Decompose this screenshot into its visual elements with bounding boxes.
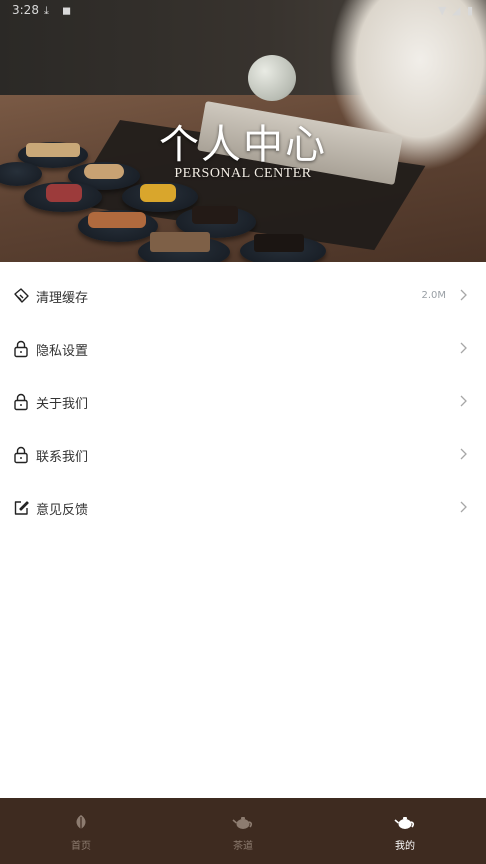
banner-dessert	[150, 232, 210, 252]
status-time: 3:28	[12, 3, 39, 17]
menu-item-label: 清理缓存	[36, 291, 89, 306]
status-bar: 3:28 ⤓ ◼ ▼ ◢ ▮	[0, 0, 486, 22]
tab-home[interactable]: 首页	[0, 798, 162, 864]
teapot-icon	[232, 817, 253, 829]
menu-item-about-us[interactable]: 关于我们	[0, 376, 486, 429]
broom-icon	[14, 288, 29, 303]
menu-item-label: 隐私设置	[36, 344, 89, 359]
wifi-icon: ▼	[438, 4, 447, 17]
menu-item-contact-us[interactable]: 联系我们	[0, 429, 486, 482]
banner-dessert	[140, 184, 176, 202]
tea-leaf-icon	[76, 815, 86, 831]
teapot-icon	[394, 817, 415, 829]
cache-size: 2.0M	[421, 290, 446, 301]
banner-teapot	[248, 55, 296, 101]
chevron-right-icon	[460, 289, 467, 301]
lock-icon	[14, 340, 28, 358]
tab-label: 首页	[71, 841, 91, 852]
tab-label: 茶道	[233, 841, 253, 852]
chevron-right-icon	[460, 448, 467, 460]
menu-item-label: 联系我们	[36, 450, 89, 465]
notification-icon: ◼	[62, 4, 72, 17]
tab-mine[interactable]: 我的	[324, 798, 486, 864]
menu-item-label: 关于我们	[36, 397, 89, 412]
banner-dessert	[192, 206, 238, 224]
battery-icon: ▮	[467, 4, 474, 17]
bottom-tab-bar: 首页 茶道 我的	[0, 798, 486, 864]
banner-dessert	[254, 234, 304, 252]
download-icon: ⤓	[44, 4, 49, 17]
lock-icon	[14, 446, 28, 464]
page-title: 个人中心	[159, 122, 327, 168]
chevron-right-icon	[460, 395, 467, 407]
chevron-right-icon	[460, 342, 467, 354]
menu-item-label: 意见反馈	[36, 503, 89, 518]
banner-dessert	[88, 212, 146, 228]
lock-icon	[14, 393, 28, 411]
signal-icon: ◢	[452, 4, 461, 17]
menu-item-feedback[interactable]: 意见反馈	[0, 482, 486, 535]
header-banner: 个人中心 PERSONAL CENTER 3:28 ⤓ ◼ ▼ ◢ ▮	[0, 0, 486, 262]
menu-item-clear-cache[interactable]: 清理缓存 2.0M	[0, 270, 486, 323]
edit-icon	[14, 501, 29, 515]
tab-tea-ceremony[interactable]: 茶道	[162, 798, 324, 864]
tab-label: 我的	[395, 841, 415, 852]
chevron-right-icon	[460, 501, 467, 513]
settings-menu: 清理缓存 2.0M 隐私设置 关于我们 联系我们 意见反馈	[0, 270, 486, 535]
menu-item-privacy[interactable]: 隐私设置	[0, 323, 486, 376]
banner-dessert	[46, 184, 82, 202]
page-subtitle: PERSONAL CENTER	[174, 166, 312, 181]
